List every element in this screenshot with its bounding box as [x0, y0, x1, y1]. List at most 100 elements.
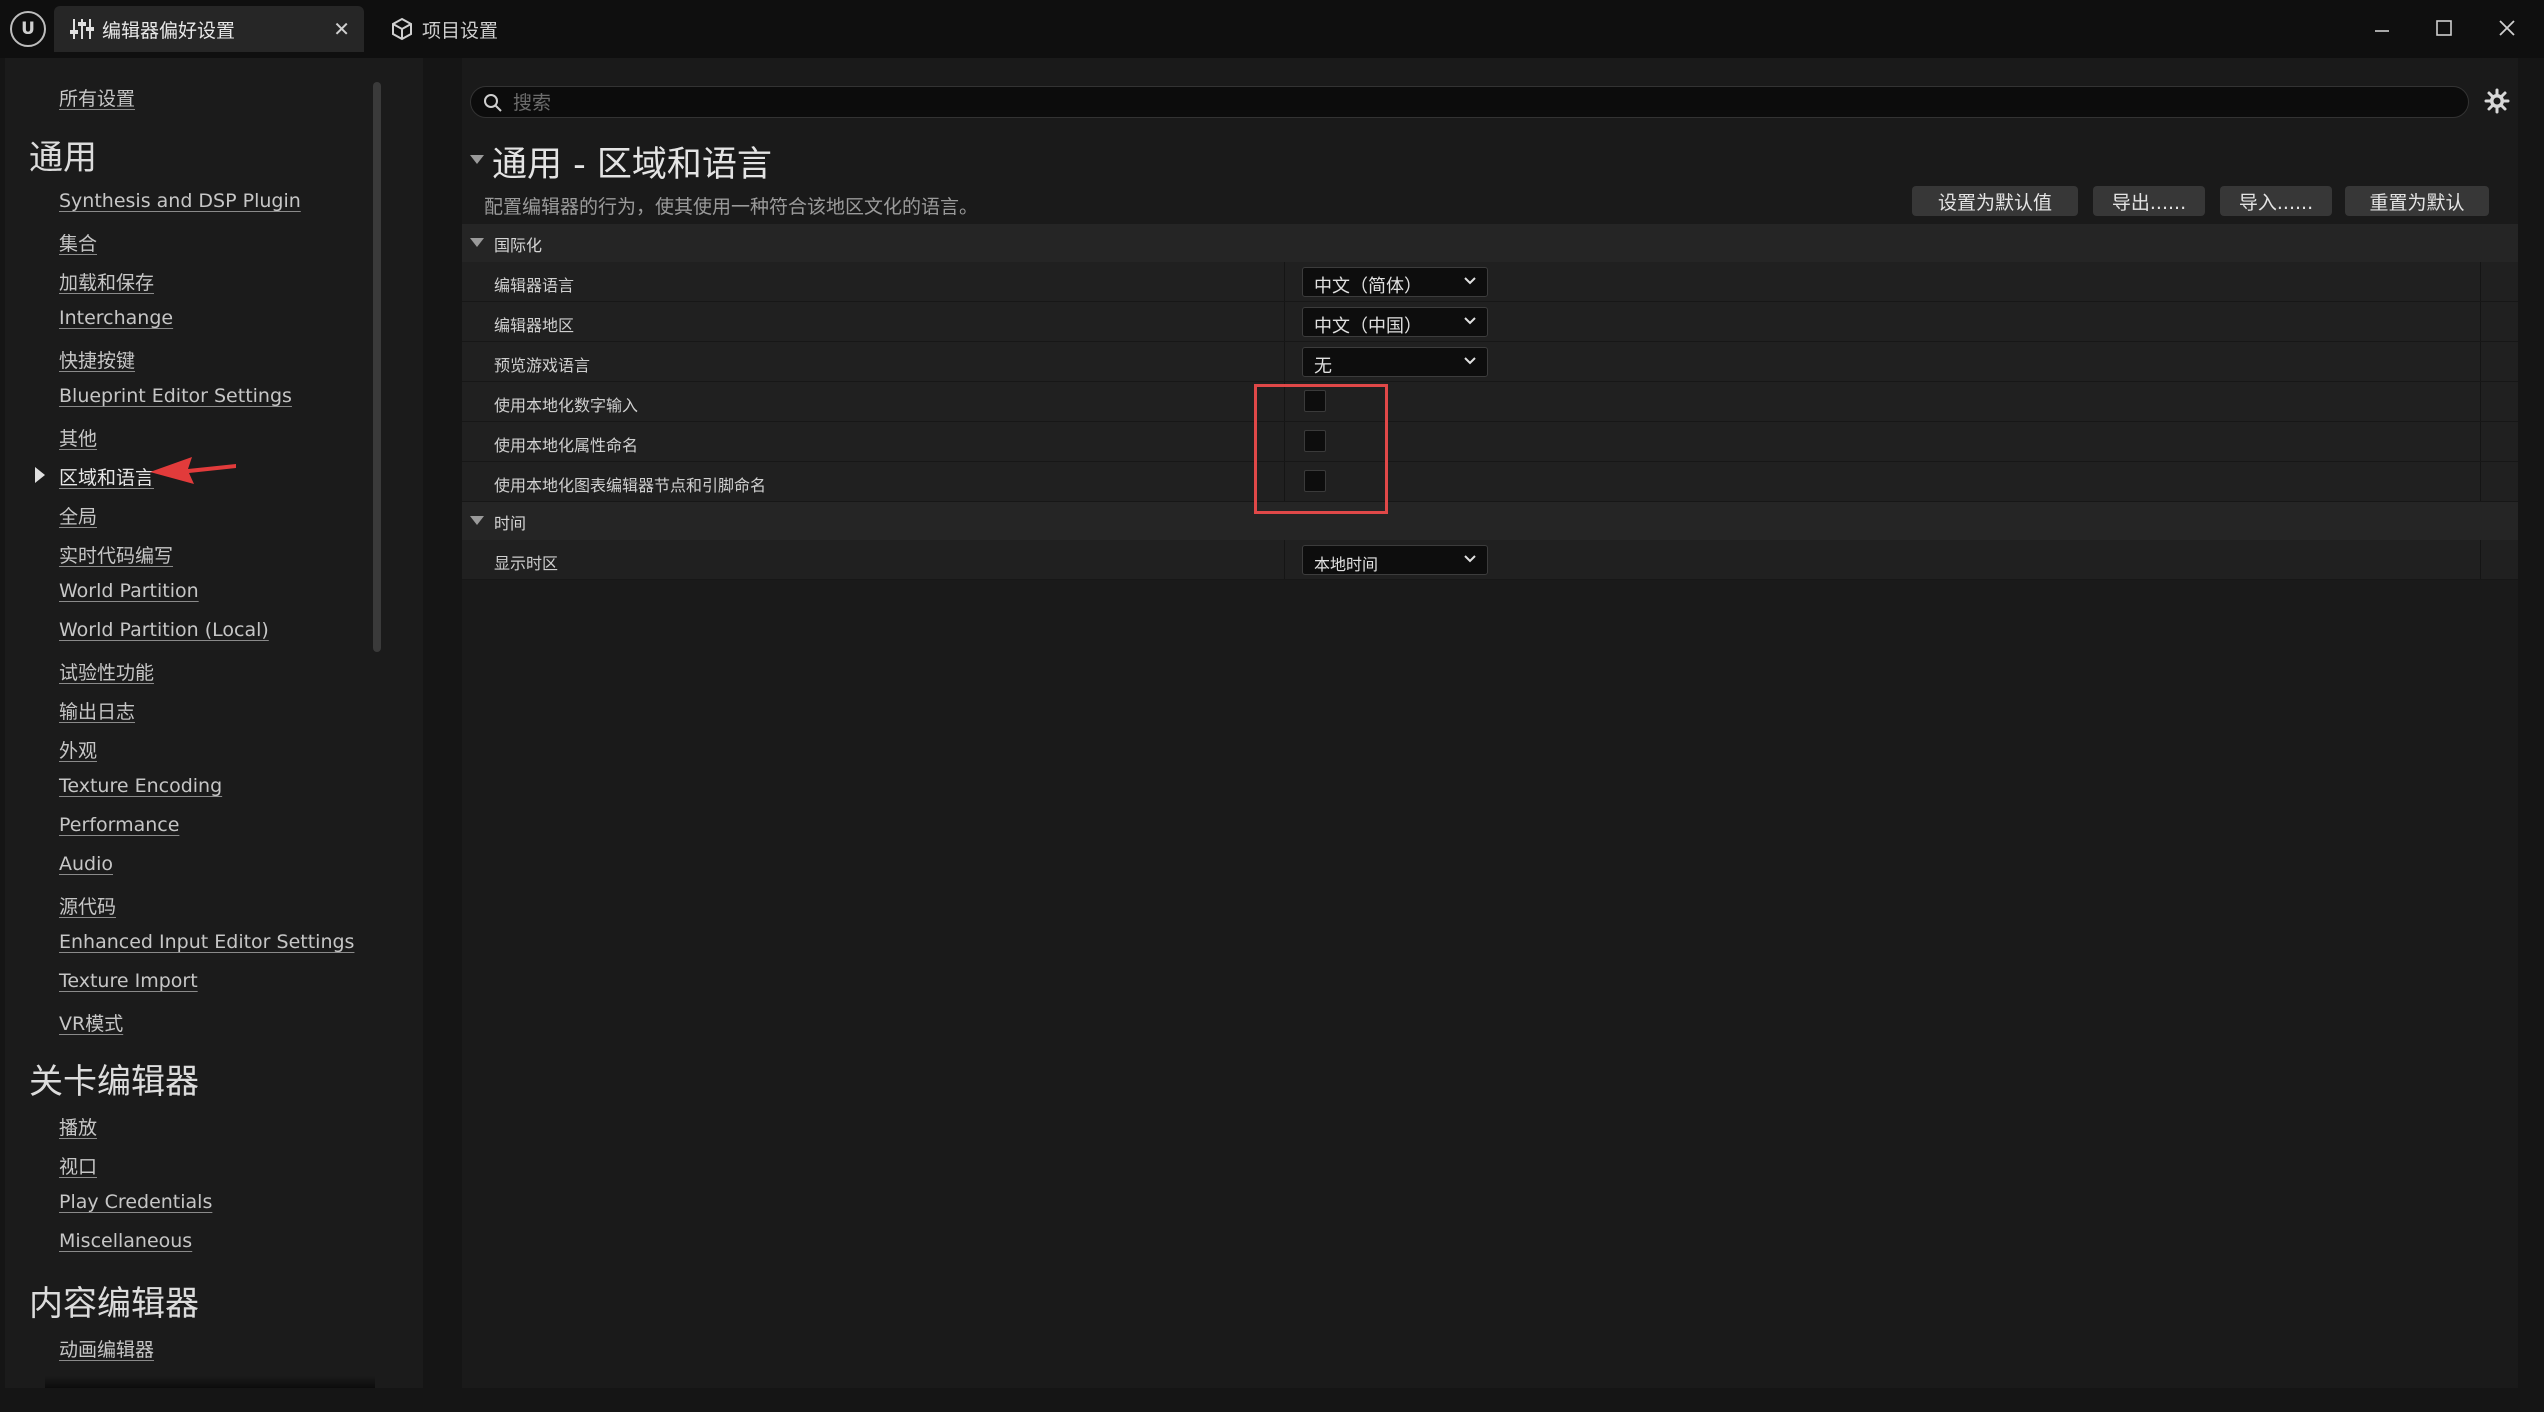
property-label: 编辑器地区	[494, 316, 575, 335]
preview-game-language-dropdown[interactable]: 无	[1302, 347, 1488, 377]
category-time[interactable]: 时间	[462, 502, 2518, 540]
annotation-arrow-icon	[150, 457, 236, 484]
unreal-logo[interactable]: U	[10, 11, 46, 47]
tab-close-icon[interactable]: ✕	[333, 17, 350, 41]
property-row: 使用本地化图表编辑器节点和引脚命名	[462, 462, 2518, 502]
settings-sidebar: 所有设置 通用 Synthesis and DSP Plugin 集合 加载和保…	[5, 58, 423, 1388]
editor-language-dropdown[interactable]: 中文（简体）	[1302, 267, 1488, 297]
search-icon	[483, 93, 503, 117]
sliders-icon	[62, 17, 102, 41]
nav-item[interactable]: Miscellaneous	[59, 1230, 192, 1252]
nav-item[interactable]: 实时代码编写	[59, 541, 173, 568]
nav-item[interactable]: Play Credentials	[59, 1191, 212, 1213]
selected-indicator-icon	[35, 467, 45, 483]
nav-item[interactable]: 全局	[59, 502, 97, 529]
property-label: 预览游戏语言	[494, 356, 591, 375]
category-label: 国际化	[494, 236, 543, 255]
dropdown-value: 无	[1314, 356, 1332, 377]
export-button[interactable]: 导出......	[2093, 186, 2205, 216]
column-divider	[2480, 262, 2481, 301]
import-button[interactable]: 导入......	[2220, 186, 2332, 216]
nav-item[interactable]: Performance	[59, 814, 179, 836]
nav-item[interactable]: 集合	[59, 229, 97, 256]
reset-to-default-button[interactable]: 重置为默认	[2345, 186, 2489, 216]
column-divider[interactable]	[1284, 302, 1285, 341]
nav-item[interactable]: 其他	[59, 424, 97, 451]
page-title: 通用 - 区域和语言	[492, 145, 772, 185]
dropdown-value: 中文（简体）	[1314, 276, 1422, 297]
column-divider	[2480, 462, 2481, 501]
nav-item[interactable]: 加载和保存	[59, 268, 154, 295]
tab-editor-preferences[interactable]: 编辑器偏好设置 ✕	[54, 6, 364, 52]
dropdown-value: 中文（中国）	[1314, 316, 1422, 337]
title-bar: U 编辑器偏好设置 ✕ 项目设置	[0, 0, 2544, 58]
nav-item[interactable]: Synthesis and DSP Plugin	[59, 190, 301, 212]
column-divider[interactable]	[1284, 540, 1285, 579]
nav-item[interactable]: 输出日志	[59, 697, 135, 724]
minimize-icon[interactable]	[2362, 10, 2402, 46]
chevron-down-icon	[1464, 357, 1476, 365]
collapse-icon[interactable]	[470, 155, 484, 164]
property-label: 编辑器语言	[494, 276, 575, 295]
display-timezone-dropdown[interactable]: 本地时间	[1302, 545, 1488, 575]
property-row: 使用本地化属性命名	[462, 422, 2518, 462]
column-divider	[2480, 540, 2481, 579]
property-label: 使用本地化图表编辑器节点和引脚命名	[494, 476, 767, 495]
search-input[interactable]	[511, 87, 2415, 119]
property-label: 使用本地化属性命名	[494, 436, 639, 455]
collapse-icon[interactable]	[470, 516, 484, 525]
nav-item[interactable]: 快捷按键	[59, 346, 135, 373]
property-label: 显示时区	[494, 554, 559, 573]
nav-item[interactable]: Texture Import	[59, 970, 198, 992]
section-heading-general: 通用	[29, 138, 97, 178]
nav-item[interactable]: World Partition	[59, 580, 199, 602]
column-divider[interactable]	[1284, 342, 1285, 381]
property-row: 显示时区 本地时间	[462, 540, 2518, 580]
category-label: 时间	[494, 514, 527, 533]
cube-settings-icon	[382, 16, 422, 42]
chevron-down-icon	[1464, 555, 1476, 563]
nav-item[interactable]: 试验性功能	[59, 658, 154, 685]
property-row: 编辑器语言 中文（简体）	[462, 262, 2518, 302]
nav-item[interactable]: 播放	[59, 1113, 97, 1140]
collapse-icon[interactable]	[470, 238, 484, 247]
nav-item[interactable]: Enhanced Input Editor Settings	[59, 931, 354, 953]
chevron-down-icon	[1464, 317, 1476, 325]
nav-item[interactable]: Audio	[59, 853, 113, 875]
nav-item[interactable]: Interchange	[59, 307, 173, 329]
nav-item[interactable]: Texture Encoding	[59, 775, 222, 797]
column-divider	[2480, 422, 2481, 461]
column-divider	[2480, 382, 2481, 421]
dropdown-value: 本地时间	[1314, 555, 1379, 574]
settings-panel: 通用 - 区域和语言 配置编辑器的行为，使其使用一种符合该地区文化的语言。 设置…	[462, 58, 2518, 1388]
section-heading-level-editor: 关卡编辑器	[29, 1062, 199, 1102]
nav-item[interactable]: 动画编辑器	[59, 1335, 154, 1362]
nav-item[interactable]: VR模式	[59, 1009, 123, 1036]
column-divider[interactable]	[1284, 262, 1285, 301]
property-row: 预览游戏语言 无	[462, 342, 2518, 382]
property-label: 使用本地化数字输入	[494, 396, 639, 415]
sidebar-scrollbar[interactable]	[373, 82, 381, 652]
column-divider	[2480, 302, 2481, 341]
gear-icon[interactable]	[2484, 88, 2510, 118]
nav-item[interactable]: 源代码	[59, 892, 116, 919]
tab-project-settings[interactable]: 项目设置	[374, 6, 574, 52]
nav-item[interactable]: World Partition (Local)	[59, 619, 269, 641]
editor-locale-dropdown[interactable]: 中文（中国）	[1302, 307, 1488, 337]
annotation-highlight-box	[1254, 384, 1388, 514]
set-as-default-button[interactable]: 设置为默认值	[1912, 186, 2078, 216]
property-row: 使用本地化数字输入	[462, 382, 2518, 422]
nav-item-region-language[interactable]: 区域和语言	[59, 463, 154, 490]
maximize-icon[interactable]	[2424, 10, 2464, 46]
section-heading-content-editor: 内容编辑器	[29, 1284, 199, 1324]
chevron-down-icon	[1464, 277, 1476, 285]
search-box[interactable]	[470, 86, 2469, 119]
category-internationalization[interactable]: 国际化	[462, 224, 2518, 262]
nav-item[interactable]: 视口	[59, 1152, 97, 1179]
nav-all-settings[interactable]: 所有设置	[59, 84, 135, 111]
nav-item[interactable]: 外观	[59, 736, 97, 763]
tab-label: 项目设置	[422, 19, 499, 42]
column-divider	[2480, 342, 2481, 381]
nav-item[interactable]: Blueprint Editor Settings	[59, 385, 292, 407]
close-icon[interactable]	[2487, 10, 2527, 46]
